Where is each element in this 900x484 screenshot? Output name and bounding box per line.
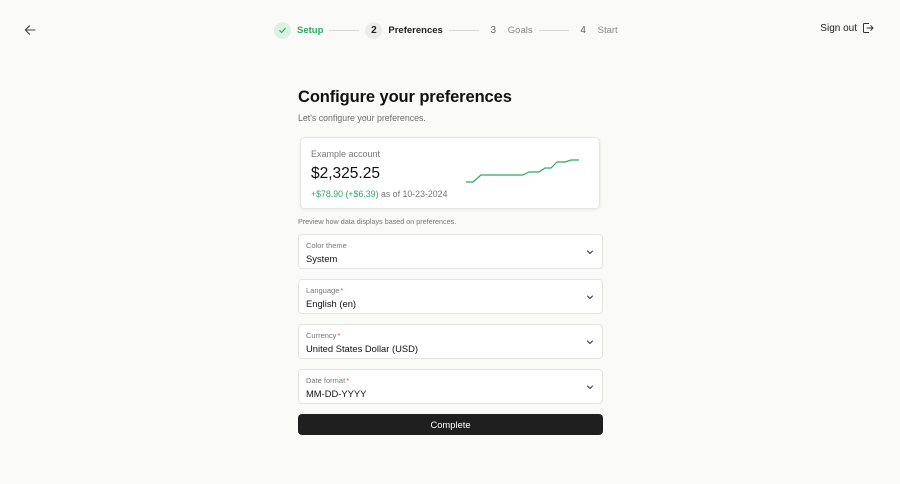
color-theme-select[interactable]: Color theme System (298, 234, 603, 269)
complete-button[interactable]: Complete (298, 414, 603, 435)
sign-out-button[interactable]: Sign out (820, 22, 874, 34)
arrow-left-icon (24, 25, 36, 35)
field-label: Color theme (306, 241, 347, 250)
account-label: Example account (311, 149, 381, 159)
settings-fields: Color theme System Language* English (en… (298, 234, 603, 404)
sign-out-label: Sign out (820, 22, 857, 34)
step-number: 2 (365, 21, 383, 39)
step-setup[interactable]: Setup (274, 21, 324, 39)
account-preview-card: Example account $2,325.25 +$78.90 (+$6.3… (300, 137, 600, 209)
field-value: United States Dollar (USD) (306, 343, 419, 354)
sign-out-icon (863, 23, 874, 33)
step-number: 4 (580, 24, 586, 36)
field-value: English (en) (306, 298, 357, 309)
required-marker: * (346, 376, 350, 385)
chevron-down-icon (587, 385, 593, 389)
chevron-down-icon (587, 295, 593, 299)
date-format-select[interactable]: Date format* MM-DD-YYYY (298, 369, 603, 404)
chevron-down-icon (587, 250, 593, 254)
step-label: Setup (297, 24, 324, 36)
field-value: MM-DD-YYYY (306, 388, 367, 399)
step-connector (329, 29, 360, 31)
preferences-form: Configure your preferences Let's configu… (298, 88, 603, 435)
page-subtitle: Let's configure your preferences. (298, 113, 426, 123)
field-label: Language* (306, 286, 344, 295)
step-goals[interactable]: 3 Goals (485, 22, 533, 39)
field-value: System (306, 253, 338, 264)
required-marker: * (340, 286, 344, 295)
currency-select[interactable]: Currency* United States Dollar (USD) (298, 324, 603, 359)
sparkline-chart (466, 159, 579, 183)
step-connector (538, 29, 569, 31)
chevron-down-icon (587, 340, 593, 344)
change-value: +$78.90 (+$6.39) (311, 189, 379, 199)
language-select[interactable]: Language* English (en) (298, 279, 603, 314)
step-label: Start (597, 24, 618, 36)
step-connector (448, 29, 479, 31)
back-button[interactable] (21, 21, 39, 39)
progress-stepper: Setup 2 Preferences 3 Goals 4 Start (274, 20, 618, 40)
field-label: Date format* (306, 376, 350, 385)
balance-change: +$78.90 (+$6.39) as of 10-23-2024 (311, 189, 447, 199)
check-icon (274, 21, 291, 39)
preview-note: Preview how data displays based on prefe… (298, 217, 457, 226)
page-title: Configure your preferences (298, 88, 512, 106)
step-start[interactable]: 4 Start (575, 22, 618, 39)
step-label: Preferences (388, 24, 443, 36)
field-label: Currency* (306, 331, 341, 340)
required-marker: * (337, 331, 341, 340)
as-of-date: as of 10-23-2024 (378, 189, 448, 199)
account-balance: $2,325.25 (311, 165, 380, 182)
step-preferences[interactable]: 2 Preferences (365, 21, 443, 39)
step-label: Goals (507, 24, 533, 36)
step-number: 3 (490, 24, 497, 36)
